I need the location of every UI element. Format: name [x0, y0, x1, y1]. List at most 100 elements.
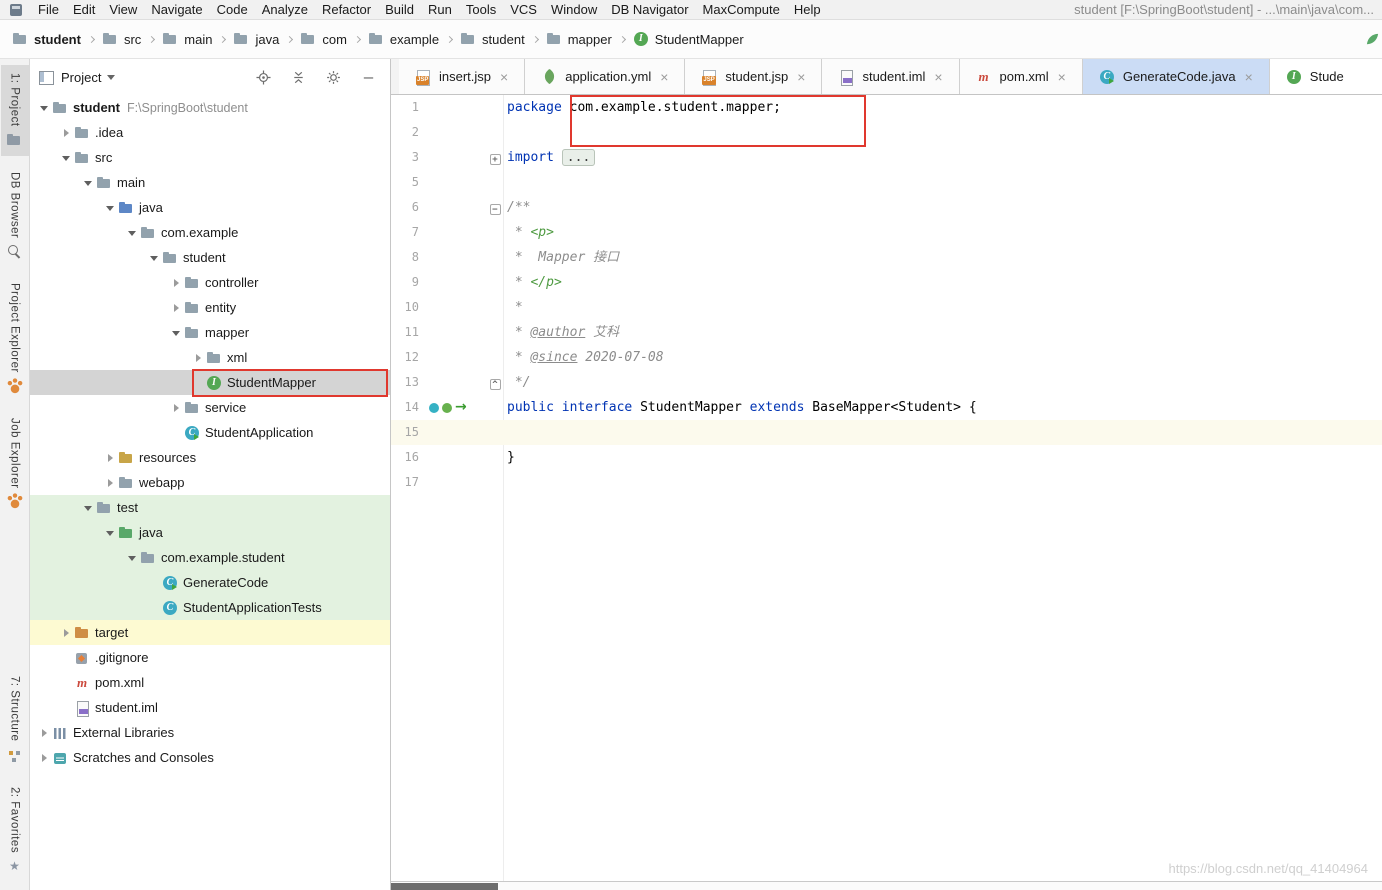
- mybatis-mapper-icon[interactable]: [429, 403, 439, 413]
- collapse-all-icon[interactable]: [286, 66, 310, 88]
- tree-row-src[interactable]: src: [30, 145, 390, 170]
- code-line-6[interactable]: 6−/**: [391, 195, 1382, 220]
- tool-button-project-explorer[interactable]: Project Explorer: [1, 275, 29, 402]
- project-panel-title[interactable]: Project: [61, 70, 101, 85]
- fold-plus-icon[interactable]: +: [487, 150, 503, 165]
- tree-row-external-libraries[interactable]: External Libraries: [30, 720, 390, 745]
- hide-icon[interactable]: [356, 66, 380, 88]
- code-line-17[interactable]: 17: [391, 470, 1382, 495]
- tree-row-com-example-student[interactable]: com.example.student: [30, 545, 390, 570]
- breadcrumb-src[interactable]: src: [102, 31, 141, 47]
- breadcrumb-mapper[interactable]: mapper: [546, 31, 612, 47]
- menu-navigate[interactable]: Navigate: [144, 2, 209, 17]
- settings-icon[interactable]: [321, 66, 345, 88]
- menu-refactor[interactable]: Refactor: [315, 2, 378, 17]
- tree-row-scratches-and-consoles[interactable]: Scratches and Consoles: [30, 745, 390, 770]
- tab-insert-jsp[interactable]: JSPinsert.jsp×: [399, 59, 525, 94]
- chevron-expanded-icon[interactable]: [146, 245, 162, 270]
- menu-analyze[interactable]: Analyze: [255, 2, 315, 17]
- tool-button-2-favorites[interactable]: 2: Favorites: [1, 779, 29, 882]
- code-line-5[interactable]: 5: [391, 170, 1382, 195]
- close-icon[interactable]: ×: [1245, 70, 1253, 84]
- breadcrumb-java[interactable]: java: [233, 31, 279, 47]
- chevron-collapsed-icon[interactable]: [168, 295, 184, 320]
- breadcrumb-studentmapper[interactable]: IStudentMapper: [633, 31, 744, 47]
- chevron-collapsed-icon[interactable]: [36, 745, 52, 770]
- code-line-10[interactable]: 10 *: [391, 295, 1382, 320]
- tree-row-java[interactable]: java: [30, 195, 390, 220]
- tree-row-webapp[interactable]: webapp: [30, 470, 390, 495]
- tab-student-iml[interactable]: student.iml×: [822, 59, 959, 94]
- code-line-15[interactable]: 15: [391, 420, 1382, 445]
- fold-minus-icon[interactable]: −: [487, 200, 503, 215]
- chevron-expanded-icon[interactable]: [102, 195, 118, 220]
- code-lines[interactable]: 1package com.example.student.mapper;23+i…: [391, 95, 1382, 881]
- tree-row-studentmapper[interactable]: IStudentMapper: [30, 370, 390, 395]
- code-line-7[interactable]: 7 * <p>: [391, 220, 1382, 245]
- chevron-collapsed-icon[interactable]: [168, 270, 184, 295]
- tree-row-entity[interactable]: entity: [30, 295, 390, 320]
- chevron-expanded-icon[interactable]: [36, 95, 52, 120]
- chevron-collapsed-icon[interactable]: [102, 445, 118, 470]
- leaf-icon[interactable]: [1365, 32, 1380, 50]
- tree-row-student[interactable]: studentF:\SpringBoot\student: [30, 95, 390, 120]
- tree-row-target[interactable]: target: [30, 620, 390, 645]
- tree-row-studentapplication[interactable]: CStudentApplication: [30, 420, 390, 445]
- tab-student-jsp[interactable]: JSPstudent.jsp×: [685, 59, 822, 94]
- chevron-expanded-icon[interactable]: [102, 520, 118, 545]
- chevron-collapsed-icon[interactable]: [190, 345, 206, 370]
- tab-stude[interactable]: IStude: [1270, 59, 1382, 94]
- tree-row-idea[interactable]: .idea: [30, 120, 390, 145]
- tool-button-db-browser[interactable]: DB Browser: [1, 164, 29, 267]
- spring-bean-icon[interactable]: [442, 403, 452, 413]
- chevron-collapsed-icon[interactable]: [36, 720, 52, 745]
- tab-application-yml[interactable]: application.yml×: [525, 59, 685, 94]
- tool-button-1-project[interactable]: 1: Project: [1, 65, 29, 156]
- menu-window[interactable]: Window: [544, 2, 604, 17]
- menu-edit[interactable]: Edit: [66, 2, 102, 17]
- tree-row-resources[interactable]: resources: [30, 445, 390, 470]
- tree-row-student-iml[interactable]: student.iml: [30, 695, 390, 720]
- close-icon[interactable]: ×: [1058, 70, 1066, 84]
- code-line-12[interactable]: 12 * @since 2020-07-08: [391, 345, 1382, 370]
- tree-row-xml[interactable]: xml: [30, 345, 390, 370]
- goto-xml-arrow-icon[interactable]: →: [455, 395, 467, 420]
- code-line-2[interactable]: 2: [391, 120, 1382, 145]
- tree-row-com-example[interactable]: com.example: [30, 220, 390, 245]
- breadcrumb-com[interactable]: com: [300, 31, 347, 47]
- tab-pom-xml[interactable]: mpom.xml×: [960, 59, 1083, 94]
- chevron-down-icon[interactable]: [107, 75, 115, 84]
- code-line-9[interactable]: 9 * </p>: [391, 270, 1382, 295]
- fold-end-icon[interactable]: ^: [487, 375, 503, 390]
- breadcrumb-student[interactable]: student: [460, 31, 525, 47]
- menu-vcs[interactable]: VCS: [503, 2, 544, 17]
- tree-row-controller[interactable]: controller: [30, 270, 390, 295]
- chevron-collapsed-icon[interactable]: [58, 620, 74, 645]
- tree-row-studentapplicationtests[interactable]: CStudentApplicationTests: [30, 595, 390, 620]
- code-line-13[interactable]: 13^ */: [391, 370, 1382, 395]
- chevron-expanded-icon[interactable]: [58, 145, 74, 170]
- tree-row-student[interactable]: student: [30, 245, 390, 270]
- tool-button-job-explorer[interactable]: Job Explorer: [1, 410, 29, 518]
- tree-row-service[interactable]: service: [30, 395, 390, 420]
- tree-row-pom-xml[interactable]: mpom.xml: [30, 670, 390, 695]
- code-line-14[interactable]: 14→public interface StudentMapper extend…: [391, 395, 1382, 420]
- menu-maxcompute[interactable]: MaxCompute: [696, 2, 787, 17]
- breadcrumb-student[interactable]: student: [12, 31, 81, 47]
- close-icon[interactable]: ×: [500, 70, 508, 84]
- menu-db-navigator[interactable]: DB Navigator: [604, 2, 695, 17]
- menu-tools[interactable]: Tools: [459, 2, 503, 17]
- menu-file[interactable]: File: [31, 2, 66, 17]
- close-icon[interactable]: ×: [660, 70, 668, 84]
- menu-build[interactable]: Build: [378, 2, 421, 17]
- code-line-1[interactable]: 1package com.example.student.mapper;: [391, 95, 1382, 120]
- tab-generatecode-java[interactable]: CGenerateCode.java×: [1083, 59, 1270, 94]
- chevron-collapsed-icon[interactable]: [168, 395, 184, 420]
- menu-run[interactable]: Run: [421, 2, 459, 17]
- breadcrumb-example[interactable]: example: [368, 31, 439, 47]
- tree-row-mapper[interactable]: mapper: [30, 320, 390, 345]
- scrollbar-thumb[interactable]: [391, 883, 498, 890]
- chevron-expanded-icon[interactable]: [168, 320, 184, 345]
- tree-row-java[interactable]: java: [30, 520, 390, 545]
- editor-content[interactable]: 1package com.example.student.mapper;23+i…: [391, 95, 1382, 890]
